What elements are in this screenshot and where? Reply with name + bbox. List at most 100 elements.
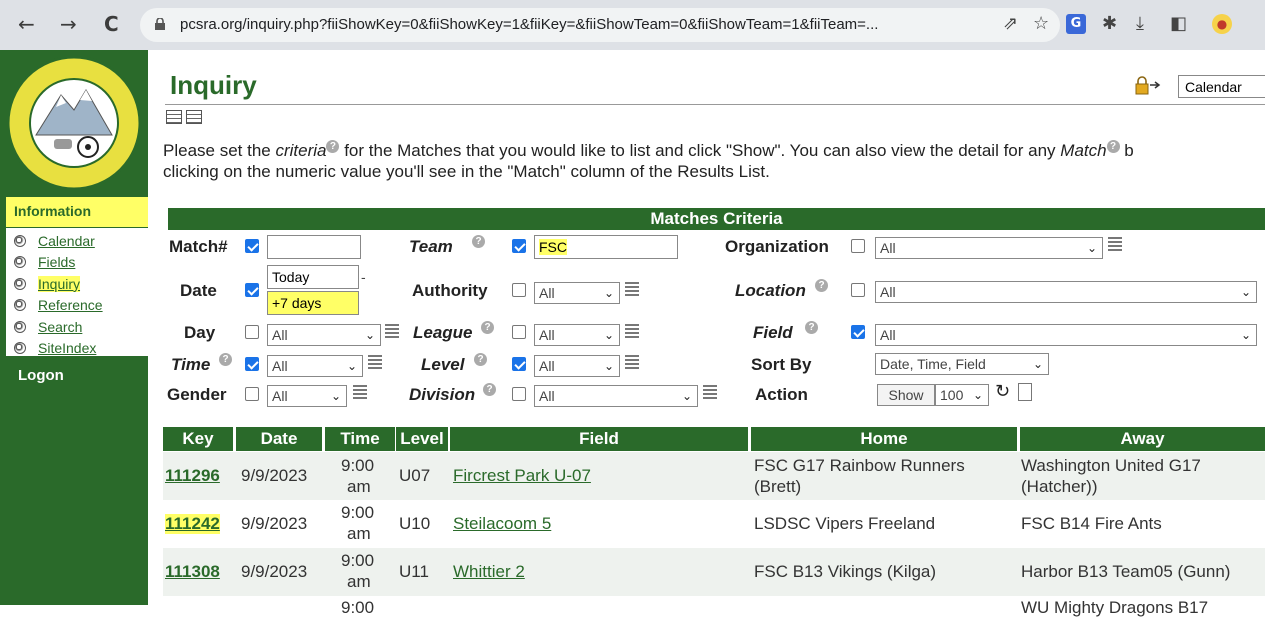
organization-select-value: All xyxy=(880,240,896,256)
col-header-level[interactable]: Level xyxy=(396,427,448,451)
field-link[interactable]: Steilacoom 5 xyxy=(453,514,551,534)
forward-icon[interactable]: → xyxy=(60,14,77,34)
location-select[interactable]: All ⌄ xyxy=(875,281,1257,303)
sidebar-item-label[interactable]: Fields xyxy=(38,254,75,270)
match-number-checkbox[interactable] xyxy=(245,239,259,253)
sidebar-item-fields[interactable]: Fields xyxy=(6,252,148,274)
refresh-icon[interactable]: ↻ xyxy=(995,381,1010,402)
match-key-link[interactable]: 111296 xyxy=(165,466,220,486)
sidebar-item-calendar[interactable]: Calendar xyxy=(6,230,148,252)
match-number-input[interactable] xyxy=(267,235,361,259)
col-header-time[interactable]: Time xyxy=(325,427,395,451)
league-select[interactable]: All ⌄ xyxy=(534,324,620,346)
authority-select[interactable]: All ⌄ xyxy=(534,282,620,304)
help-icon[interactable]: ? xyxy=(805,321,818,334)
match-key-link[interactable]: 111242 xyxy=(165,514,220,534)
team-input[interactable]: FSC xyxy=(534,235,678,259)
list-stack-icon[interactable] xyxy=(625,282,639,296)
extension-icon[interactable]: G xyxy=(1066,14,1086,34)
match-number-label: Match# xyxy=(169,237,228,256)
logon-link[interactable]: Logon xyxy=(18,367,64,384)
sidebar-item-search[interactable]: Search xyxy=(6,316,148,338)
print-view-icon[interactable] xyxy=(186,110,202,124)
league-checkbox[interactable] xyxy=(512,325,526,339)
list-stack-icon[interactable] xyxy=(703,385,717,399)
padlock-key-icon[interactable] xyxy=(1135,76,1163,96)
location-checkbox[interactable] xyxy=(851,283,865,297)
date-checkbox[interactable] xyxy=(245,283,259,297)
col-header-field[interactable]: Field xyxy=(450,427,748,451)
sidepanel-icon[interactable]: ◧ xyxy=(1170,14,1187,34)
sidebar-item-label[interactable]: SiteIndex xyxy=(38,340,96,356)
col-header-away[interactable]: Away xyxy=(1020,427,1265,451)
field-select[interactable]: All ⌄ xyxy=(875,324,1257,346)
help-icon[interactable]: ? xyxy=(481,321,494,334)
division-checkbox[interactable] xyxy=(512,387,526,401)
list-stack-icon[interactable] xyxy=(368,355,382,369)
help-icon[interactable]: ? xyxy=(815,279,828,292)
result-count-select[interactable]: 100 ⌄ xyxy=(935,384,989,406)
profile-avatar[interactable]: ● xyxy=(1212,14,1232,34)
col-header-key[interactable]: Key xyxy=(163,427,233,451)
division-select[interactable]: All ⌄ xyxy=(534,385,698,407)
help-icon[interactable]: ? xyxy=(472,235,485,248)
show-button[interactable]: Show xyxy=(877,384,935,406)
soccer-ball-icon xyxy=(14,299,26,312)
chevron-down-icon: ⌄ xyxy=(1240,285,1251,299)
bookmark-star-icon[interactable]: ☆ xyxy=(1033,14,1049,34)
sidebar-item-label[interactable]: Search xyxy=(38,319,82,335)
organization-checkbox[interactable] xyxy=(851,239,865,253)
gender-checkbox[interactable] xyxy=(245,387,259,401)
field-checkbox[interactable] xyxy=(851,325,865,339)
help-icon[interactable]: ? xyxy=(326,140,340,154)
date-from-input[interactable]: Today xyxy=(267,265,359,289)
match-date: 9/9/2023 xyxy=(241,514,308,533)
download-icon[interactable]: ⤓ xyxy=(1136,14,1144,34)
help-icon[interactable]: ? xyxy=(219,353,232,366)
puzzle-extensions-icon[interactable]: ✱ xyxy=(1102,14,1117,34)
field-link[interactable]: Whittier 2 xyxy=(453,562,525,582)
table-view-icon[interactable] xyxy=(166,110,182,124)
list-stack-icon[interactable] xyxy=(1108,237,1122,251)
help-icon[interactable]: ? xyxy=(474,353,487,366)
col-header-date[interactable]: Date xyxy=(236,427,322,451)
sidebar-item-siteindex[interactable]: SiteIndex xyxy=(6,338,148,360)
sidebar-item-label[interactable]: Inquiry xyxy=(38,275,81,292)
level-select[interactable]: All ⌄ xyxy=(534,355,620,377)
day-checkbox[interactable] xyxy=(245,325,259,339)
sidebar-item-label[interactable]: Calendar xyxy=(38,233,95,249)
date-to-input[interactable]: +7 days xyxy=(267,291,359,315)
list-stack-icon[interactable] xyxy=(353,385,367,399)
document-icon[interactable] xyxy=(1018,383,1032,401)
sort-by-select[interactable]: Date, Time, Field ⌄ xyxy=(875,353,1049,375)
authority-checkbox[interactable] xyxy=(512,283,526,297)
col-header-home[interactable]: Home xyxy=(751,427,1017,451)
list-stack-icon[interactable] xyxy=(385,324,399,338)
reload-icon[interactable]: C xyxy=(104,14,119,34)
gender-select[interactable]: All ⌄ xyxy=(267,385,347,407)
sidebar-item-reference[interactable]: Reference xyxy=(6,295,148,317)
match-key-link[interactable]: 111308 xyxy=(165,562,220,582)
back-icon[interactable]: ← xyxy=(18,14,35,34)
list-stack-icon[interactable] xyxy=(625,324,639,338)
help-icon[interactable]: ? xyxy=(1106,140,1120,154)
sidebar-item-label[interactable]: Reference xyxy=(38,297,103,313)
time-checkbox[interactable] xyxy=(245,357,259,371)
sidebar-item-inquiry[interactable]: Inquiry xyxy=(6,273,148,295)
soccer-ball-icon xyxy=(14,342,26,355)
organization-select[interactable]: All ⌄ xyxy=(875,237,1103,259)
view-mode-select[interactable]: Calendar xyxy=(1178,75,1265,98)
share-icon[interactable]: ⇗ xyxy=(1003,14,1018,34)
team-label: Team xyxy=(409,237,453,256)
level-checkbox[interactable] xyxy=(512,357,526,371)
list-stack-icon[interactable] xyxy=(625,355,639,369)
team-checkbox[interactable] xyxy=(512,239,526,253)
url-text[interactable]: pcsra.org/inquiry.php?fiiShowKey=0&fiiSh… xyxy=(180,16,878,33)
match-level: U11 xyxy=(399,562,429,581)
day-select[interactable]: All ⌄ xyxy=(267,324,381,346)
help-icon[interactable]: ? xyxy=(483,383,496,396)
time-select[interactable]: All ⌄ xyxy=(267,355,363,377)
field-link[interactable]: Fircrest Park U-07 xyxy=(453,466,591,486)
match-time-ampm: am xyxy=(347,572,371,591)
chevron-down-icon: ⌄ xyxy=(364,328,375,342)
